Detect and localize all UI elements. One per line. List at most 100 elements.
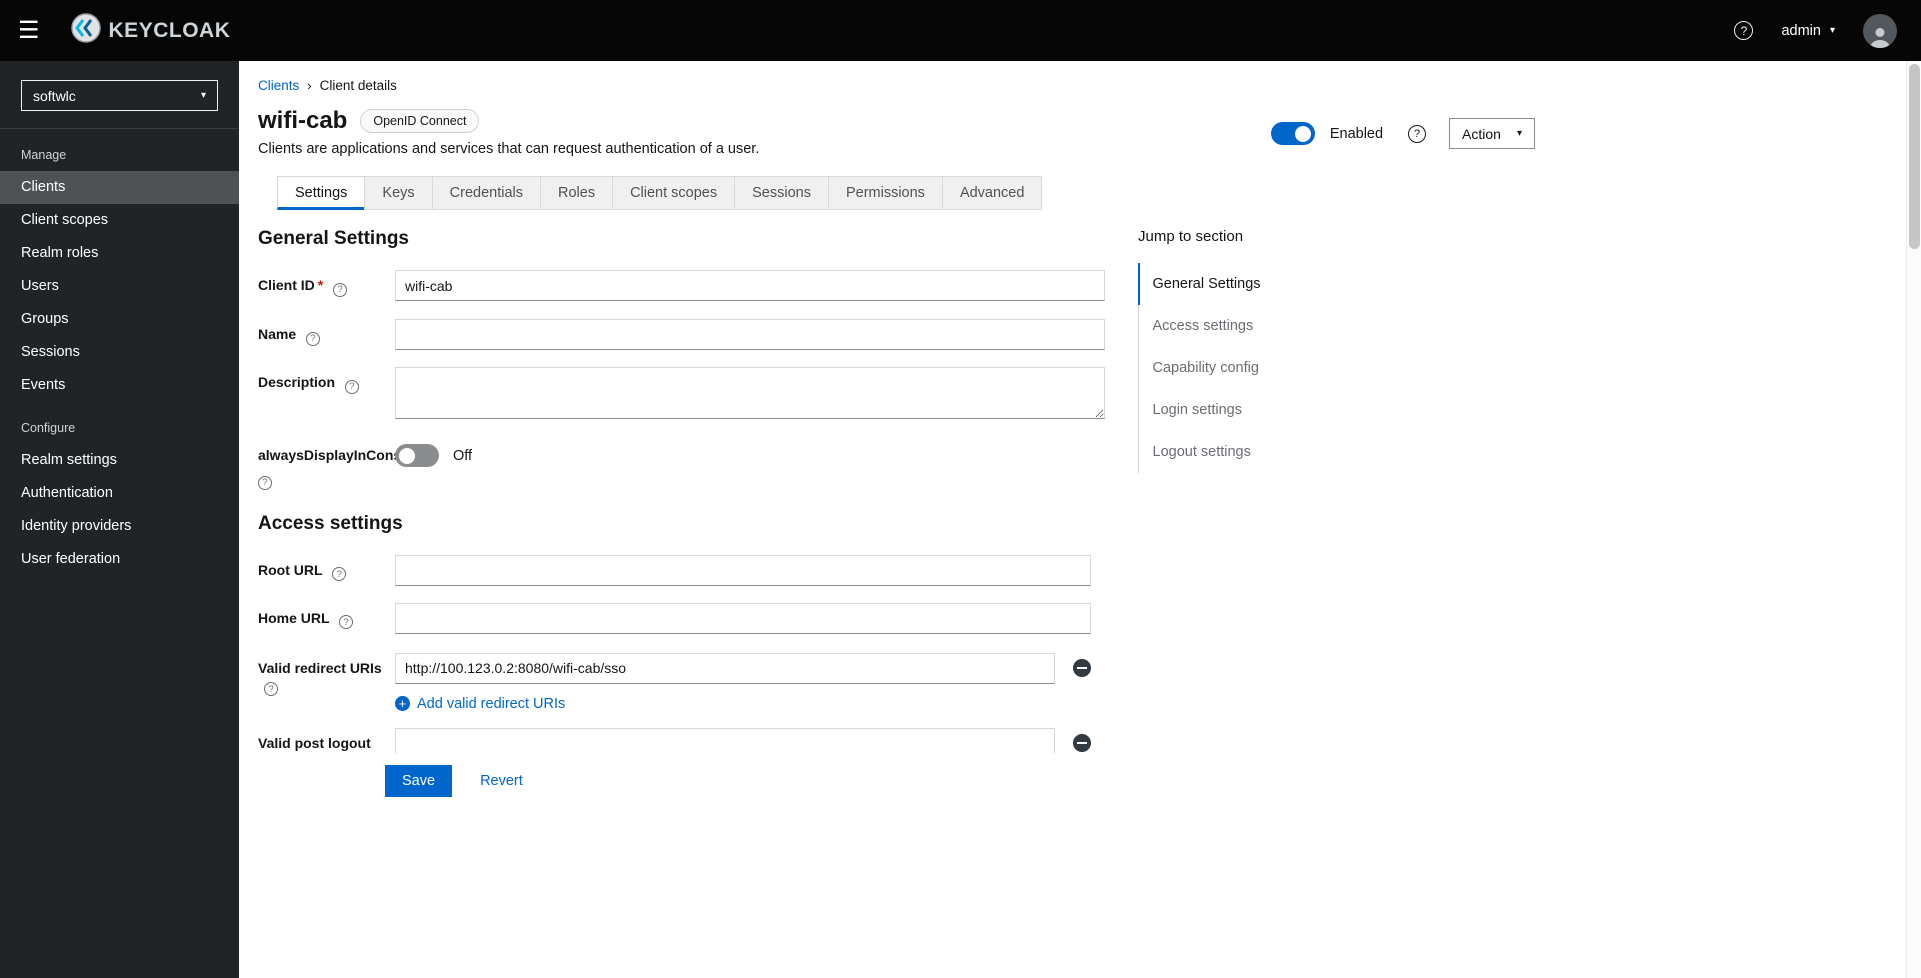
help-icon[interactable]: ? bbox=[306, 331, 321, 346]
sidebar-item-authentication[interactable]: Authentication bbox=[0, 477, 239, 510]
action-dropdown[interactable]: Action ▾ bbox=[1449, 118, 1535, 149]
action-dropdown-label: Action bbox=[1462, 125, 1501, 142]
description-label: Description ? bbox=[258, 367, 395, 424]
valid-redirect-row: Valid redirect URIs ? + Add valid redire… bbox=[258, 652, 1105, 712]
toggle-knob bbox=[399, 447, 415, 464]
name-row: Name ? bbox=[258, 319, 1105, 350]
tab-sessions[interactable]: Sessions bbox=[734, 176, 828, 210]
minus-circle-icon[interactable] bbox=[1073, 734, 1091, 752]
always-display-toggle[interactable] bbox=[395, 444, 439, 467]
sidebar-item-realm-roles[interactable]: Realm roles bbox=[0, 237, 239, 270]
general-settings-heading: General Settings bbox=[258, 228, 409, 249]
sidebar-item-sessions[interactable]: Sessions bbox=[0, 336, 239, 369]
sidebar-item-users[interactable]: Users bbox=[0, 270, 239, 303]
root-url-label: Root URL ? bbox=[258, 555, 395, 586]
access-settings-heading: Access settings bbox=[258, 512, 403, 534]
form-action-bar: Save Revert bbox=[239, 753, 1906, 978]
tab-settings[interactable]: Settings bbox=[277, 176, 365, 210]
help-icon[interactable]: ? bbox=[332, 567, 347, 581]
avatar[interactable] bbox=[1863, 13, 1897, 48]
protocol-badge: OpenID Connect bbox=[360, 108, 480, 133]
jump-link-capability-config[interactable]: Capability config bbox=[1138, 347, 1275, 389]
chevron-down-icon: ▾ bbox=[1516, 128, 1522, 139]
tab-client-scopes[interactable]: Client scopes bbox=[612, 176, 735, 210]
toggle-knob bbox=[1294, 125, 1311, 142]
help-icon[interactable]: ? bbox=[344, 379, 359, 394]
client-id-input[interactable] bbox=[395, 270, 1105, 301]
minus-circle-icon[interactable] bbox=[1073, 659, 1091, 677]
help-icon[interactable]: ? bbox=[264, 682, 278, 696]
user-silhouette-icon bbox=[1870, 27, 1890, 48]
revert-button[interactable]: Revert bbox=[456, 765, 523, 797]
enabled-label: Enabled bbox=[1329, 125, 1384, 142]
enabled-help-icon[interactable]: ? bbox=[1408, 124, 1427, 143]
required-asterisk: * bbox=[317, 277, 324, 293]
jump-link-login-settings[interactable]: Login settings bbox=[1138, 389, 1275, 431]
always-display-row: alwaysDisplayInConsole ? Off bbox=[258, 440, 1105, 490]
nav-section-manage: Manage bbox=[21, 148, 67, 162]
sidebar: softwlc ▾ Manage Clients Client scopes R… bbox=[0, 61, 239, 978]
client-id-label: Client ID * ? bbox=[258, 270, 395, 301]
sidebar-item-client-scopes[interactable]: Client scopes bbox=[0, 204, 239, 237]
sidebar-item-realm-settings[interactable]: Realm settings bbox=[0, 444, 239, 477]
jump-link-general-settings[interactable]: General Settings bbox=[1137, 263, 1275, 305]
name-input[interactable] bbox=[395, 319, 1105, 350]
realm-selector[interactable]: softwlc ▾ bbox=[21, 80, 218, 111]
jump-link-logout-settings[interactable]: Logout settings bbox=[1138, 431, 1275, 473]
page-header: wifi-cab OpenID Connect Clients are appl… bbox=[239, 93, 1535, 158]
tab-roles[interactable]: Roles bbox=[540, 176, 613, 210]
nav-toggle-button[interactable]: ☰ bbox=[18, 16, 40, 44]
jump-nav: General Settings Access settings Capabil… bbox=[1137, 263, 1275, 473]
client-id-row: Client ID * ? bbox=[258, 270, 1105, 301]
page-subtitle: Clients are applications and services th… bbox=[258, 141, 760, 157]
valid-redirect-label: Valid redirect URIs ? bbox=[258, 659, 382, 696]
help-icon[interactable]: ? bbox=[258, 475, 272, 490]
sidebar-item-clients[interactable]: Clients bbox=[0, 171, 239, 204]
keycloak-brand[interactable]: KEYCLOAK bbox=[68, 10, 231, 51]
sidebar-item-user-federation[interactable]: User federation bbox=[0, 543, 239, 576]
sidebar-item-identity-providers[interactable]: Identity providers bbox=[0, 510, 239, 543]
description-textarea[interactable] bbox=[395, 367, 1105, 419]
hamburger-icon: ☰ bbox=[18, 16, 40, 44]
page-title: wifi-cab bbox=[258, 107, 348, 134]
username: admin bbox=[1781, 22, 1821, 39]
valid-redirect-input[interactable] bbox=[395, 652, 1055, 684]
tab-keys[interactable]: Keys bbox=[364, 176, 432, 210]
chevron-down-icon: ▾ bbox=[200, 90, 206, 101]
add-redirect-uri-link[interactable]: + Add valid redirect URIs bbox=[395, 696, 1105, 712]
sidebar-item-events[interactable]: Events bbox=[0, 369, 239, 402]
breadcrumb: Clients › Client details bbox=[239, 61, 1921, 93]
tab-advanced[interactable]: Advanced bbox=[941, 176, 1043, 210]
always-display-state: Off bbox=[453, 447, 473, 464]
save-button[interactable]: Save bbox=[385, 765, 453, 797]
description-row: Description ? bbox=[258, 367, 1105, 424]
nav-section-configure: Configure bbox=[21, 421, 76, 435]
enabled-toggle[interactable] bbox=[1270, 122, 1315, 145]
jump-link-access-settings[interactable]: Access settings bbox=[1138, 305, 1275, 347]
name-label: Name ? bbox=[258, 319, 395, 350]
realm-selector-section: softwlc ▾ bbox=[0, 61, 239, 129]
tab-credentials[interactable]: Credentials bbox=[431, 176, 540, 210]
plus-circle-icon: + bbox=[395, 696, 410, 711]
chevron-down-icon: ▾ bbox=[1829, 25, 1835, 36]
breadcrumb-clients-link[interactable]: Clients bbox=[258, 78, 299, 93]
root-url-input[interactable] bbox=[395, 554, 1091, 586]
scrollbar[interactable] bbox=[1906, 61, 1921, 978]
scrollbar-thumb[interactable] bbox=[1909, 64, 1920, 249]
brand-text: KEYCLOAK bbox=[108, 18, 231, 42]
sidebar-item-groups[interactable]: Groups bbox=[0, 303, 239, 336]
settings-form: General Settings Client ID* ? Name ? bbox=[258, 210, 1105, 771]
home-url-input[interactable] bbox=[395, 602, 1091, 634]
breadcrumb-separator-icon: › bbox=[307, 78, 312, 93]
home-url-row: Home URL ? bbox=[258, 602, 1105, 634]
root-url-row: Root URL ? bbox=[258, 554, 1105, 586]
tab-permissions[interactable]: Permissions bbox=[827, 176, 942, 210]
help-icon[interactable]: ? bbox=[333, 282, 348, 297]
help-icon[interactable]: ? bbox=[1734, 21, 1754, 40]
header-controls: Enabled ? Action ▾ bbox=[1270, 106, 1535, 149]
always-display-label: alwaysDisplayInConsole ? bbox=[258, 447, 422, 490]
user-menu[interactable]: admin ▾ bbox=[1781, 23, 1835, 39]
home-url-label: Home URL ? bbox=[258, 603, 395, 634]
realm-name: softwlc bbox=[33, 87, 76, 104]
help-icon[interactable]: ? bbox=[339, 615, 354, 629]
